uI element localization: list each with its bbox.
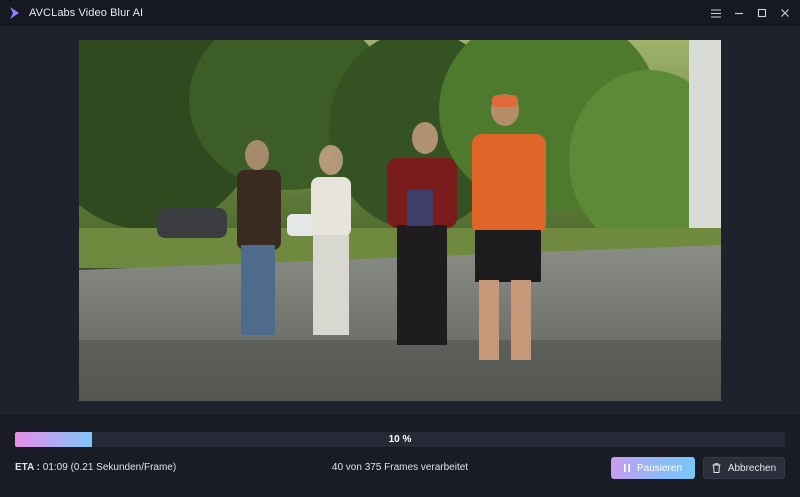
processing-panel: 10 % ETA : 01:09 (0.21 Sekunden/Frame) 4…: [0, 415, 800, 497]
window-controls: [704, 0, 796, 26]
app-window: AVCLabs Video Blur AI 10 % ETA: 01:09 (…: [0, 0, 800, 497]
title-bar: AVCLabs Video Blur AI: [0, 0, 800, 26]
cancel-button[interactable]: Abbrechen: [703, 457, 785, 479]
eta-prefix: ETA :: [15, 462, 40, 473]
eta-text: ETA : 01:09 (0.21 Sekunden/Frame): [15, 462, 176, 473]
minimize-icon[interactable]: [728, 2, 750, 24]
app-title: AVCLabs Video Blur AI: [29, 7, 144, 19]
frames-processed-text: 40 von 375 Frames verarbeitet: [331, 462, 469, 473]
logo-icon: [8, 6, 22, 20]
pause-button-label: Pausieren: [636, 462, 683, 474]
progress-percent-label: 10 %: [388, 434, 412, 445]
close-icon[interactable]: [774, 2, 796, 24]
pause-icon: [623, 464, 630, 472]
video-frame-image: [79, 40, 721, 401]
cancel-button-label: Abbrechen: [727, 462, 777, 474]
eta-value: 01:09 (0.21 Sekunden/Frame): [40, 462, 177, 473]
menu-icon[interactable]: [705, 2, 727, 24]
progress-bar: 10 %: [15, 432, 785, 447]
video-preview: [79, 40, 721, 401]
preview-area: [0, 26, 800, 415]
pause-button[interactable]: Pausieren: [611, 457, 695, 479]
maximize-icon[interactable]: [751, 2, 773, 24]
trash-icon: [712, 463, 721, 473]
